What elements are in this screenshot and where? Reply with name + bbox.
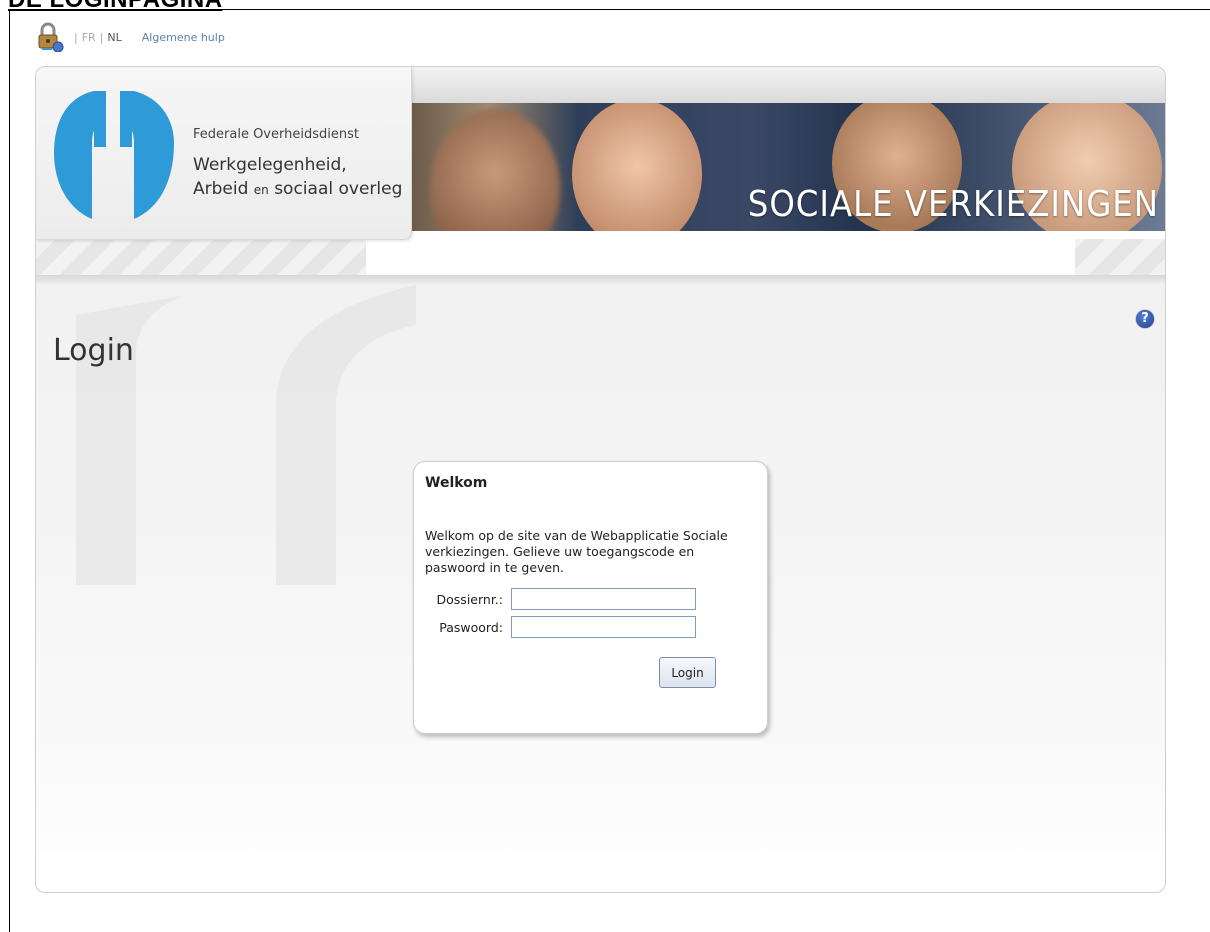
banner-face — [430, 109, 560, 231]
top-bar: | FR | NL Algemene hulp — [36, 22, 225, 53]
login-intro-text: Welkom op de site van de Webapplicatie S… — [425, 528, 728, 575]
background-watermark — [76, 285, 416, 585]
login-card-title: Welkom — [425, 475, 488, 491]
header-banner-photo: SOCIALE VERKIEZINGEN — [412, 103, 1165, 231]
org-line-3-part: sociaal overleg — [268, 179, 403, 199]
help-icon[interactable]: ? — [1136, 310, 1154, 328]
password-input[interactable] — [511, 616, 696, 638]
organization-logo — [54, 91, 174, 219]
general-help-link[interactable]: Algemene hulp — [142, 31, 225, 44]
dossier-label: Dossiernr.: — [436, 591, 503, 607]
organization-logo-box: Federale Overheidsdienst Werkgelegenheid… — [36, 67, 412, 240]
password-row: Paswoord: — [414, 616, 696, 638]
main-panel: Federale Overheidsdienst Werkgelegenheid… — [35, 66, 1166, 893]
banner-face — [572, 103, 702, 231]
org-line-3-part: Arbeid — [193, 179, 254, 199]
dossier-number-input[interactable] — [511, 588, 696, 610]
lang-separator: | — [74, 30, 78, 44]
header-top-strip — [411, 67, 1165, 103]
login-card: Welkom Welkom op de site van de Webappli… — [413, 461, 768, 734]
org-line-2: Werkgelegenheid, — [193, 155, 347, 175]
lock-icon[interactable] — [36, 22, 64, 53]
login-button[interactable]: Login — [659, 657, 716, 688]
password-label: Paswoord: — [439, 619, 503, 635]
lang-separator: | — [99, 30, 104, 44]
lang-link-fr[interactable]: FR — [82, 31, 96, 44]
org-line-3: Arbeid en sociaal overleg — [193, 179, 402, 199]
org-line-1: Federale Overheidsdienst — [193, 127, 359, 142]
org-line-3-connector: en — [253, 183, 269, 197]
header-shadow — [36, 275, 1165, 285]
banner-title: SOCIALE VERKIEZINGEN — [747, 184, 1159, 225]
page-title: Login — [53, 333, 134, 368]
lang-link-nl[interactable]: NL — [107, 31, 121, 44]
header-stripe-band — [36, 239, 1165, 275]
dossier-row: Dossiernr.: — [414, 588, 696, 610]
